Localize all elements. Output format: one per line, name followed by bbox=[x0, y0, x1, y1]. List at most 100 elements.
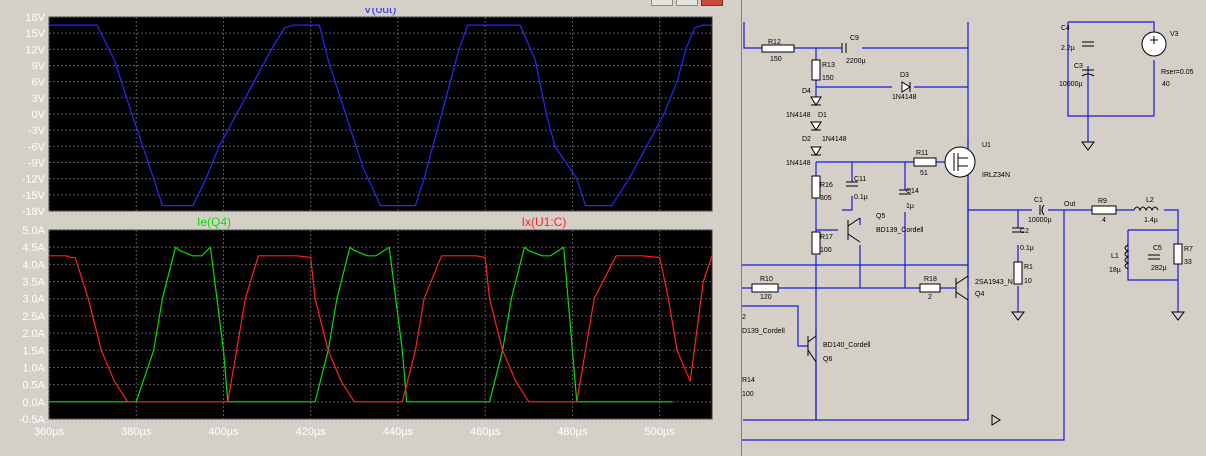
y-tick-label: 1.5A bbox=[22, 345, 45, 357]
minimize-window-button[interactable] bbox=[651, 0, 673, 6]
resistor-r9 bbox=[1091, 205, 1117, 215]
inductor-l2 bbox=[1133, 206, 1159, 212]
y-tick-label: 4.5A bbox=[22, 242, 45, 254]
ground-symbol bbox=[991, 414, 1001, 426]
x-tick-label: 400µs bbox=[208, 426, 239, 438]
value-q6: BD140_Cordell bbox=[823, 342, 871, 349]
value-c4: 2.2µ bbox=[1061, 45, 1075, 52]
window-title-strip bbox=[0, 0, 740, 8]
schematic-editor[interactable]: R12 150 C9 2200µ R13 150 D3 1N4148 D4 1N… bbox=[741, 0, 1206, 456]
label-u1: U1 bbox=[982, 142, 991, 149]
y-tick-label: 18V bbox=[25, 12, 45, 24]
value-l2: 1.4µ bbox=[1144, 217, 1158, 224]
value-q5: BD139_Cordell bbox=[876, 227, 924, 234]
waveform-plot-area[interactable]: 18V15V12V9V6V3V0V-3V-6V-9V-12V-15V-18VV(… bbox=[0, 0, 740, 456]
mosfet-u1 bbox=[944, 146, 976, 178]
label-c3: C3 bbox=[1074, 63, 1083, 70]
ground-symbol bbox=[1011, 311, 1025, 321]
y-tick-label: 6V bbox=[32, 77, 46, 89]
value-c5: 282µ bbox=[1151, 265, 1167, 272]
label-l2: L2 bbox=[1146, 197, 1154, 204]
y-tick-label: 2.5A bbox=[22, 311, 45, 323]
value-r7: 33 bbox=[1184, 259, 1192, 266]
resistor-r16 bbox=[811, 175, 821, 199]
label-d2: D2 bbox=[802, 136, 811, 143]
resistor-r11 bbox=[913, 157, 937, 167]
x-tick-label: 360µs bbox=[34, 426, 65, 438]
trace-title: Ix(U1:C) bbox=[522, 215, 567, 229]
diode-d3 bbox=[901, 81, 911, 93]
resistor-r13 bbox=[811, 59, 821, 81]
value-d3: 1N4148 bbox=[892, 94, 917, 101]
value-c11: 0.1µ bbox=[854, 194, 868, 201]
x-tick-label: 420µs bbox=[296, 426, 327, 438]
value-r13: 150 bbox=[822, 75, 834, 82]
label-q6: Q6 bbox=[823, 356, 832, 363]
value-r18: 2 bbox=[928, 294, 932, 301]
value-r1: 10 bbox=[1024, 278, 1032, 285]
label-c11: C11 bbox=[854, 176, 866, 183]
label-c2: C2 bbox=[1020, 228, 1029, 235]
label-r7: R7 bbox=[1184, 246, 1193, 253]
value-r16: 305 bbox=[820, 195, 832, 202]
diode-d1 bbox=[810, 121, 822, 131]
label-r9: R9 bbox=[1098, 198, 1107, 205]
label-d1: D1 bbox=[818, 112, 827, 119]
y-tick-label: 12V bbox=[25, 44, 45, 56]
label-c5: C5 bbox=[1153, 245, 1162, 252]
label-rser: Rser=0.05 bbox=[1161, 69, 1194, 76]
value-r12: 150 bbox=[770, 56, 782, 63]
label-v3: V3 bbox=[1170, 31, 1179, 38]
resistor-r12 bbox=[761, 44, 795, 53]
y-tick-label: -12V bbox=[22, 174, 46, 186]
label-d4: D4 bbox=[802, 88, 811, 95]
label-r16: R16 bbox=[820, 182, 833, 189]
ground-symbol bbox=[1171, 311, 1185, 321]
label-r10: R10 bbox=[760, 276, 773, 283]
value-c3: 10000µ bbox=[1059, 81, 1083, 88]
y-tick-label: 4.0A bbox=[22, 259, 45, 271]
label-out: Out bbox=[1064, 201, 1075, 208]
maximize-window-button[interactable] bbox=[676, 0, 698, 6]
schematic-canvas[interactable]: R12 150 C9 2200µ R13 150 D3 1N4148 D4 1N… bbox=[742, 0, 1206, 456]
label-r12: R12 bbox=[768, 39, 781, 46]
value-r11: 51 bbox=[920, 170, 928, 177]
y-tick-label: 2.0A bbox=[22, 328, 45, 340]
resistor-r10 bbox=[751, 283, 779, 293]
value-r9: 4 bbox=[1102, 217, 1106, 224]
label-r13: R13 bbox=[822, 62, 835, 69]
x-tick-label: 480µs bbox=[557, 426, 588, 438]
y-tick-label: 9V bbox=[32, 61, 46, 73]
y-tick-label: 1.0A bbox=[22, 362, 45, 374]
y-tick-label: -15V bbox=[22, 190, 46, 202]
x-tick-label: 500µs bbox=[645, 426, 676, 438]
value-v3: 40 bbox=[1162, 81, 1170, 88]
close-window-button[interactable] bbox=[701, 0, 723, 6]
y-tick-label: 0V bbox=[32, 109, 46, 121]
value-q4: 2SA1943_N bbox=[975, 279, 1013, 286]
plot-pane-1 bbox=[48, 16, 713, 212]
label-l1: L1 bbox=[1111, 253, 1119, 260]
y-tick-label: -3V bbox=[28, 125, 46, 137]
resistor-r1 bbox=[1013, 261, 1023, 285]
label-q5: Q5 bbox=[876, 213, 885, 220]
x-tick-label: 440µs bbox=[383, 426, 414, 438]
x-tick-label: 380µs bbox=[121, 426, 152, 438]
value-u1: IRLZ34N bbox=[982, 172, 1010, 179]
label-r18: R18 bbox=[924, 276, 937, 283]
y-tick-label: 3V bbox=[32, 93, 46, 105]
diode-d4 bbox=[810, 96, 822, 106]
value-l1: 18µ bbox=[1109, 267, 1121, 274]
label-r1: R1 bbox=[1024, 264, 1033, 271]
y-tick-label: -9V bbox=[28, 158, 46, 170]
y-tick-label: 3.0A bbox=[22, 294, 45, 306]
y-tick-label: 0.0A bbox=[22, 397, 45, 409]
label-r11: R11 bbox=[916, 150, 928, 157]
label-q4: Q4 bbox=[975, 291, 984, 298]
label-q6-partial: 2 bbox=[742, 314, 746, 321]
label-r17: R17 bbox=[820, 234, 833, 241]
ground-symbol bbox=[1081, 141, 1095, 151]
y-tick-label: 0.5A bbox=[22, 380, 45, 392]
schematic-wires bbox=[742, 21, 1179, 441]
value-q6-partial: D139_Cordell bbox=[742, 328, 785, 335]
